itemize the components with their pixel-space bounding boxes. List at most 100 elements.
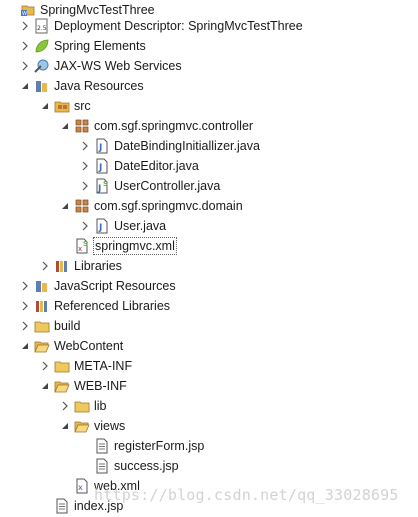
tree-item-package-domain[interactable]: com.sgf.springmvc.domain (0, 196, 418, 216)
chevron-right-icon[interactable] (20, 281, 30, 291)
java-file-icon: J (96, 218, 108, 234)
tree-item-label: DateBindingInitiallizer.java (114, 139, 260, 153)
jsp-file-icon (56, 498, 68, 514)
chevron-right-icon[interactable] (20, 41, 30, 51)
svg-text:S: S (83, 240, 88, 248)
package-icon (75, 199, 89, 213)
tree-item-javascript-resources[interactable]: JavaScript Resources (0, 276, 418, 296)
libraries-icon (36, 301, 47, 312)
tree-item-label: registerForm.jsp (114, 439, 205, 453)
libraries-icon (56, 261, 67, 272)
tree-item-label: META-INF (74, 359, 133, 373)
chevron-down-icon[interactable] (60, 121, 70, 131)
tree-item-registerform-jsp[interactable]: registerForm.jsp (0, 436, 418, 456)
chevron-right-icon[interactable] (60, 401, 70, 411)
javascript-resources-icon (36, 281, 47, 292)
tree-item-spring-elements[interactable]: Spring Elements (0, 36, 418, 56)
tree-item-user-java[interactable]: J User.java (0, 216, 418, 236)
tree-item-lib[interactable]: lib (0, 396, 418, 416)
tree-item-views[interactable]: views (0, 416, 418, 436)
chevron-right-icon[interactable] (80, 161, 90, 171)
tree-item-label: UserController.java (114, 179, 221, 193)
svg-text:J: J (98, 163, 102, 173)
tree-item-label: com.sgf.springmvc.domain (94, 199, 243, 213)
tree-item-webcontent[interactable]: WebContent (0, 336, 418, 356)
java-file-icon: J (96, 158, 108, 174)
spring-leaf-icon (35, 39, 49, 53)
tree-item-label: Deployment Descriptor: SpringMvcTestThre… (54, 19, 303, 33)
svg-text:2.5: 2.5 (37, 25, 47, 32)
svg-text:J: J (98, 223, 102, 233)
tree-item-build[interactable]: build (0, 316, 418, 336)
tree-item-label: com.sgf.springmvc.controller (94, 119, 254, 133)
tree-item-label: WEB-INF (74, 379, 127, 393)
java-resources-icon (36, 81, 47, 92)
spring-xml-file-icon: x S (76, 238, 88, 254)
tree-item-label: views (94, 419, 126, 433)
java-file-icon: J (96, 138, 108, 154)
source-folder-icon (54, 101, 70, 113)
tree-item-label: build (54, 319, 81, 333)
tree-item-label: Spring Elements (54, 39, 146, 53)
chevron-down-icon[interactable] (20, 81, 30, 91)
tree-item-success-jsp[interactable]: success.jsp (0, 456, 418, 476)
tree-item-label: Referenced Libraries (54, 299, 171, 313)
tree-item-springmvc-xml[interactable]: x S springmvc.xml (0, 236, 418, 256)
chevron-down-icon[interactable] (20, 341, 30, 351)
spring-java-file-icon: J S (96, 178, 108, 194)
chevron-right-icon[interactable] (20, 61, 30, 71)
tree-item-usercontroller[interactable]: J S UserController.java (0, 176, 418, 196)
chevron-right-icon[interactable] (80, 181, 90, 191)
folder-open-icon (34, 341, 50, 353)
tree-item-label: springmvc.xml (93, 237, 177, 255)
folder-icon (74, 401, 90, 413)
chevron-down-icon[interactable] (60, 421, 70, 431)
chevron-down-icon[interactable] (60, 201, 70, 211)
svg-text:J: J (98, 143, 102, 153)
tree-item-label: lib (94, 399, 107, 413)
tree-item-java-resources[interactable]: Java Resources (0, 76, 418, 96)
tree-item-referenced-libraries[interactable]: Referenced Libraries (0, 296, 418, 316)
tree-item-label: JAX-WS Web Services (54, 59, 182, 73)
folder-open-icon (74, 421, 90, 433)
chevron-right-icon[interactable] (40, 261, 50, 271)
tree-item-label: Java Resources (54, 79, 144, 93)
tree-item-dateeditor[interactable]: J DateEditor.java (0, 156, 418, 176)
jsp-file-icon (96, 458, 108, 474)
svg-text:S: S (103, 180, 108, 188)
tree-item-deployment-descriptor[interactable]: 2.5 Deployment Descriptor: SpringMvcTest… (0, 16, 418, 36)
svg-text:x: x (78, 483, 83, 492)
tree-item-libraries[interactable]: Libraries (0, 256, 418, 276)
folder-open-icon (54, 381, 70, 393)
tree-item-label: success.jsp (114, 459, 179, 473)
web-services-icon (34, 59, 49, 73)
watermark-text: https://blog.csdn.net/qq_33028695 (94, 486, 399, 504)
tree-item-datebindinginitiallizer[interactable]: J DateBindingInitiallizer.java (0, 136, 418, 156)
svg-text:x: x (78, 245, 82, 253)
chevron-right-icon[interactable] (80, 221, 90, 231)
chevron-down-icon[interactable] (40, 381, 50, 391)
project-explorer-tree: W SpringMvcTestThree 2.5 Deployment Desc… (0, 0, 418, 517)
tree-item-label: User.java (114, 219, 167, 233)
xml-file-icon: x (76, 478, 88, 494)
tree-item-label: src (74, 99, 91, 113)
tree-item-package-controller[interactable]: com.sgf.springmvc.controller (0, 116, 418, 136)
tree-item-label: Libraries (74, 259, 122, 273)
package-icon (75, 119, 89, 133)
tree-item-label: WebContent (54, 339, 124, 353)
chevron-right-icon[interactable] (20, 321, 30, 331)
deployment-descriptor-icon: 2.5 (35, 18, 48, 34)
tree-item-web-inf[interactable]: WEB-INF (0, 376, 418, 396)
chevron-right-icon[interactable] (80, 141, 90, 151)
tree-item-src[interactable]: src (0, 96, 418, 116)
chevron-right-icon[interactable] (20, 21, 30, 31)
tree-item-label: JavaScript Resources (54, 279, 176, 293)
tree-item-jaxws-web-services[interactable]: JAX-WS Web Services (0, 56, 418, 76)
chevron-right-icon[interactable] (20, 301, 30, 311)
tree-item-meta-inf[interactable]: META-INF (0, 356, 418, 376)
chevron-right-icon[interactable] (40, 361, 50, 371)
folder-icon (54, 361, 70, 373)
tree-item-label: DateEditor.java (114, 159, 199, 173)
chevron-down-icon[interactable] (40, 101, 50, 111)
jsp-file-icon (96, 438, 108, 454)
